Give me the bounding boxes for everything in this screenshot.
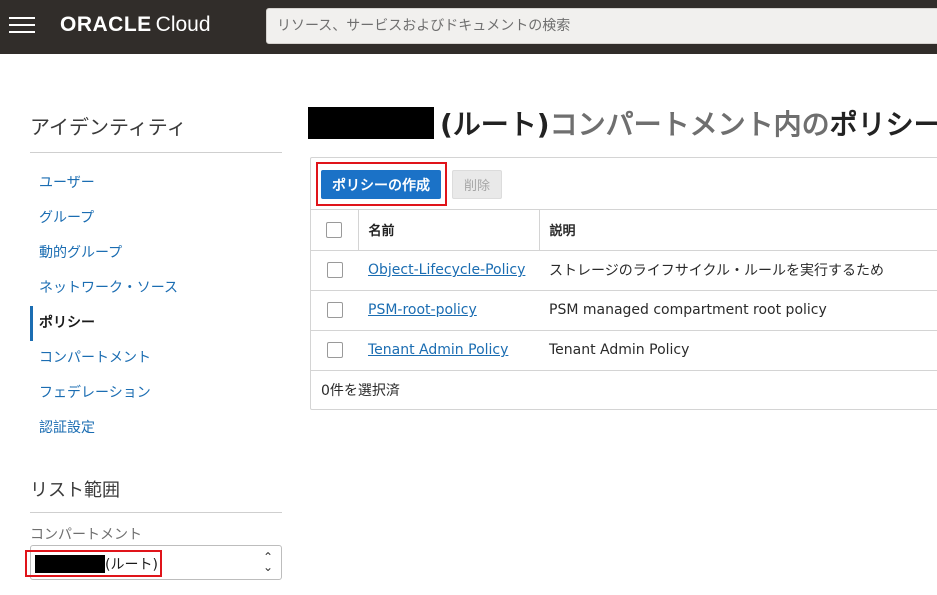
policy-name-link[interactable]: PSM-root-policy: [368, 302, 477, 318]
logo-brand: ORACLE: [60, 13, 152, 36]
oracle-cloud-logo[interactable]: ORACLE Cloud: [60, 13, 211, 37]
table-row: PSM-root-policy PSM managed compartment …: [311, 290, 937, 331]
policy-name-cell: Object-Lifecycle-Policy: [358, 250, 539, 291]
column-header-name[interactable]: 名前: [358, 210, 540, 251]
table-header-row: 名前 説明: [311, 210, 937, 251]
selection-status: 0件を選択済: [321, 383, 400, 399]
row-checkbox[interactable]: [326, 302, 343, 318]
sidebar-item-authentication-settings[interactable]: 認証設定: [30, 411, 282, 446]
policy-name-cell: Tenant Admin Policy: [358, 330, 539, 371]
compartment-select-value: (ルート): [105, 557, 158, 573]
policy-name-link[interactable]: Tenant Admin Policy: [368, 342, 508, 358]
sidebar-item-network-sources[interactable]: ネットワーク・ソース: [30, 271, 282, 306]
delete-button[interactable]: 削除: [452, 170, 502, 199]
policy-name-link[interactable]: Object-Lifecycle-Policy: [368, 262, 525, 278]
policy-description: ストレージのライフサイクル・ルールを実行するため: [539, 250, 937, 291]
select-all-checkbox[interactable]: [326, 221, 343, 238]
row-checkbox[interactable]: [326, 262, 343, 278]
divider: [30, 152, 282, 153]
table-row: Tenant Admin Policy Tenant Admin Policy: [311, 330, 937, 371]
row-checkbox-cell: [311, 290, 358, 331]
row-checkbox[interactable]: [326, 342, 343, 358]
top-navigation-bar: ORACLE Cloud リソース、サービスおよびドキュメントの検索: [0, 0, 937, 54]
chevron-up-down-icon: ⌃ ⌄: [262, 550, 273, 574]
compartment-select[interactable]: (ルート) ⌃ ⌄: [30, 545, 282, 580]
sidebar-item-federation[interactable]: フェデレーション: [30, 376, 282, 411]
search-input[interactable]: リソース、サービスおよびドキュメントの検索: [266, 8, 937, 44]
sidebar-item-users[interactable]: ユーザー: [30, 166, 282, 201]
toolbar: ポリシーの作成 削除: [311, 158, 937, 210]
create-policy-button[interactable]: ポリシーの作成: [321, 170, 441, 199]
redacted-tenant-name: [308, 107, 434, 139]
select-all-cell: [311, 210, 359, 251]
policy-description: Tenant Admin Policy: [539, 330, 937, 371]
row-checkbox-cell: [311, 250, 358, 291]
sidebar-item-compartments[interactable]: コンパートメント: [30, 341, 282, 376]
divider: [30, 512, 282, 513]
page-title: (ルート)コンパートメント内のポリシー: [440, 103, 937, 143]
redacted-compartment-name: [35, 555, 105, 573]
sidebar-item-policies[interactable]: ポリシー: [30, 306, 282, 341]
logo-product: Cloud: [155, 13, 211, 36]
sidebar-item-groups[interactable]: グループ: [30, 201, 282, 236]
policy-name-cell: PSM-root-policy: [358, 290, 539, 331]
sidebar-title: アイデンティティ: [30, 115, 187, 139]
policy-description: PSM managed compartment root policy: [539, 290, 937, 331]
sidebar-nav: ユーザー グループ 動的グループ ネットワーク・ソース ポリシー コンパートメン…: [30, 166, 282, 446]
page-title-middle: コンパートメント内の: [549, 108, 830, 141]
compartment-label: コンパートメント: [30, 527, 142, 543]
list-scope-title: リスト範囲: [30, 480, 120, 501]
page-title-root: (ルート): [440, 108, 550, 141]
sidebar-item-dynamic-groups[interactable]: 動的グループ: [30, 236, 282, 271]
hamburger-icon[interactable]: [9, 17, 35, 35]
table-row: Object-Lifecycle-Policy ストレージのライフサイクル・ルー…: [311, 250, 937, 291]
row-checkbox-cell: [311, 330, 358, 371]
page-title-policies: ポリシー: [829, 108, 937, 141]
policies-table: 名前 説明 Object-Lifecycle-Policy ストレージのライフサ…: [311, 210, 937, 371]
column-header-description: 説明: [539, 210, 937, 251]
policies-panel: ポリシーの作成 削除 名前 説明 Object-Lifecycle-Policy…: [310, 157, 937, 410]
